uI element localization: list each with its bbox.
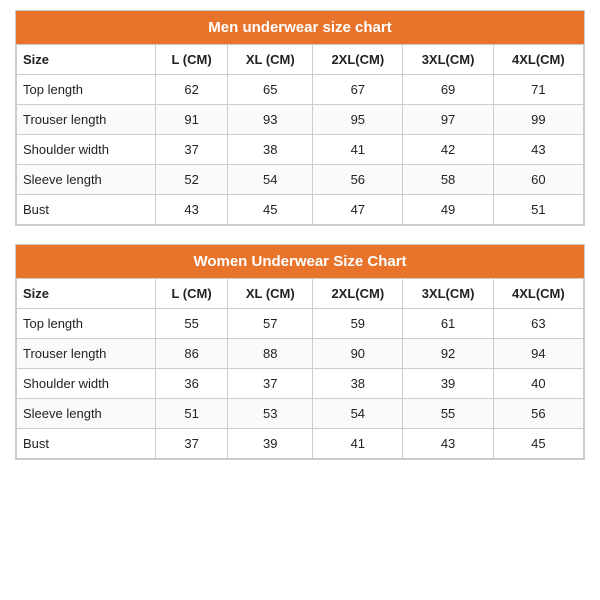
row-value: 86 — [155, 339, 228, 369]
men-col-header: 4XL(CM) — [493, 45, 583, 75]
row-value: 37 — [155, 135, 228, 165]
women-chart-title: Women Underwear Size Chart — [16, 245, 584, 278]
row-value: 57 — [228, 309, 313, 339]
row-label: Bust — [17, 195, 156, 225]
row-value: 43 — [403, 429, 493, 459]
women-chart: Women Underwear Size Chart SizeL (CM)XL … — [15, 244, 585, 460]
men-table: SizeL (CM)XL (CM)2XL(CM)3XL(CM)4XL(CM) T… — [16, 44, 584, 225]
row-value: 56 — [313, 165, 403, 195]
row-value: 43 — [493, 135, 583, 165]
row-value: 39 — [228, 429, 313, 459]
women-col-header: 3XL(CM) — [403, 279, 493, 309]
men-col-header: L (CM) — [155, 45, 228, 75]
row-value: 43 — [155, 195, 228, 225]
row-value: 37 — [228, 369, 313, 399]
men-chart: Men underwear size chart SizeL (CM)XL (C… — [15, 10, 585, 226]
table-row: Bust4345474951 — [17, 195, 584, 225]
row-value: 63 — [493, 309, 583, 339]
row-value: 92 — [403, 339, 493, 369]
table-row: Sleeve length5153545556 — [17, 399, 584, 429]
row-value: 91 — [155, 105, 228, 135]
row-value: 59 — [313, 309, 403, 339]
row-label: Sleeve length — [17, 165, 156, 195]
men-chart-title: Men underwear size chart — [16, 11, 584, 44]
men-col-header: 3XL(CM) — [403, 45, 493, 75]
men-col-header: XL (CM) — [228, 45, 313, 75]
row-label: Top length — [17, 309, 156, 339]
row-value: 54 — [313, 399, 403, 429]
row-value: 53 — [228, 399, 313, 429]
row-value: 58 — [403, 165, 493, 195]
row-value: 41 — [313, 429, 403, 459]
row-value: 49 — [403, 195, 493, 225]
women-header-row: SizeL (CM)XL (CM)2XL(CM)3XL(CM)4XL(CM) — [17, 279, 584, 309]
table-row: Sleeve length5254565860 — [17, 165, 584, 195]
table-row: Bust3739414345 — [17, 429, 584, 459]
row-value: 88 — [228, 339, 313, 369]
row-value: 71 — [493, 75, 583, 105]
row-value: 42 — [403, 135, 493, 165]
row-value: 61 — [403, 309, 493, 339]
row-value: 60 — [493, 165, 583, 195]
row-value: 62 — [155, 75, 228, 105]
table-row: Shoulder width3637383940 — [17, 369, 584, 399]
table-row: Top length6265676971 — [17, 75, 584, 105]
row-value: 90 — [313, 339, 403, 369]
row-value: 45 — [493, 429, 583, 459]
row-value: 69 — [403, 75, 493, 105]
row-value: 52 — [155, 165, 228, 195]
men-header-row: SizeL (CM)XL (CM)2XL(CM)3XL(CM)4XL(CM) — [17, 45, 584, 75]
men-col-header: Size — [17, 45, 156, 75]
women-col-header: 2XL(CM) — [313, 279, 403, 309]
men-table-body: Top length6265676971Trouser length919395… — [17, 75, 584, 225]
women-col-header: 4XL(CM) — [493, 279, 583, 309]
row-value: 41 — [313, 135, 403, 165]
row-label: Trouser length — [17, 339, 156, 369]
table-row: Shoulder width3738414243 — [17, 135, 584, 165]
row-label: Top length — [17, 75, 156, 105]
row-value: 54 — [228, 165, 313, 195]
row-value: 51 — [155, 399, 228, 429]
row-value: 94 — [493, 339, 583, 369]
women-col-header: L (CM) — [155, 279, 228, 309]
table-row: Top length5557596163 — [17, 309, 584, 339]
row-value: 93 — [228, 105, 313, 135]
row-value: 97 — [403, 105, 493, 135]
row-value: 55 — [155, 309, 228, 339]
women-table-body: Top length5557596163Trouser length868890… — [17, 309, 584, 459]
row-value: 39 — [403, 369, 493, 399]
table-row: Trouser length9193959799 — [17, 105, 584, 135]
row-value: 40 — [493, 369, 583, 399]
row-label: Bust — [17, 429, 156, 459]
women-col-header: XL (CM) — [228, 279, 313, 309]
row-value: 36 — [155, 369, 228, 399]
row-value: 55 — [403, 399, 493, 429]
row-value: 67 — [313, 75, 403, 105]
row-label: Sleeve length — [17, 399, 156, 429]
row-value: 38 — [228, 135, 313, 165]
row-label: Trouser length — [17, 105, 156, 135]
row-value: 45 — [228, 195, 313, 225]
row-value: 37 — [155, 429, 228, 459]
men-col-header: 2XL(CM) — [313, 45, 403, 75]
women-col-header: Size — [17, 279, 156, 309]
row-value: 65 — [228, 75, 313, 105]
row-value: 47 — [313, 195, 403, 225]
row-value: 95 — [313, 105, 403, 135]
row-label: Shoulder width — [17, 369, 156, 399]
row-value: 38 — [313, 369, 403, 399]
women-table: SizeL (CM)XL (CM)2XL(CM)3XL(CM)4XL(CM) T… — [16, 278, 584, 459]
row-value: 56 — [493, 399, 583, 429]
row-value: 51 — [493, 195, 583, 225]
table-row: Trouser length8688909294 — [17, 339, 584, 369]
row-label: Shoulder width — [17, 135, 156, 165]
row-value: 99 — [493, 105, 583, 135]
